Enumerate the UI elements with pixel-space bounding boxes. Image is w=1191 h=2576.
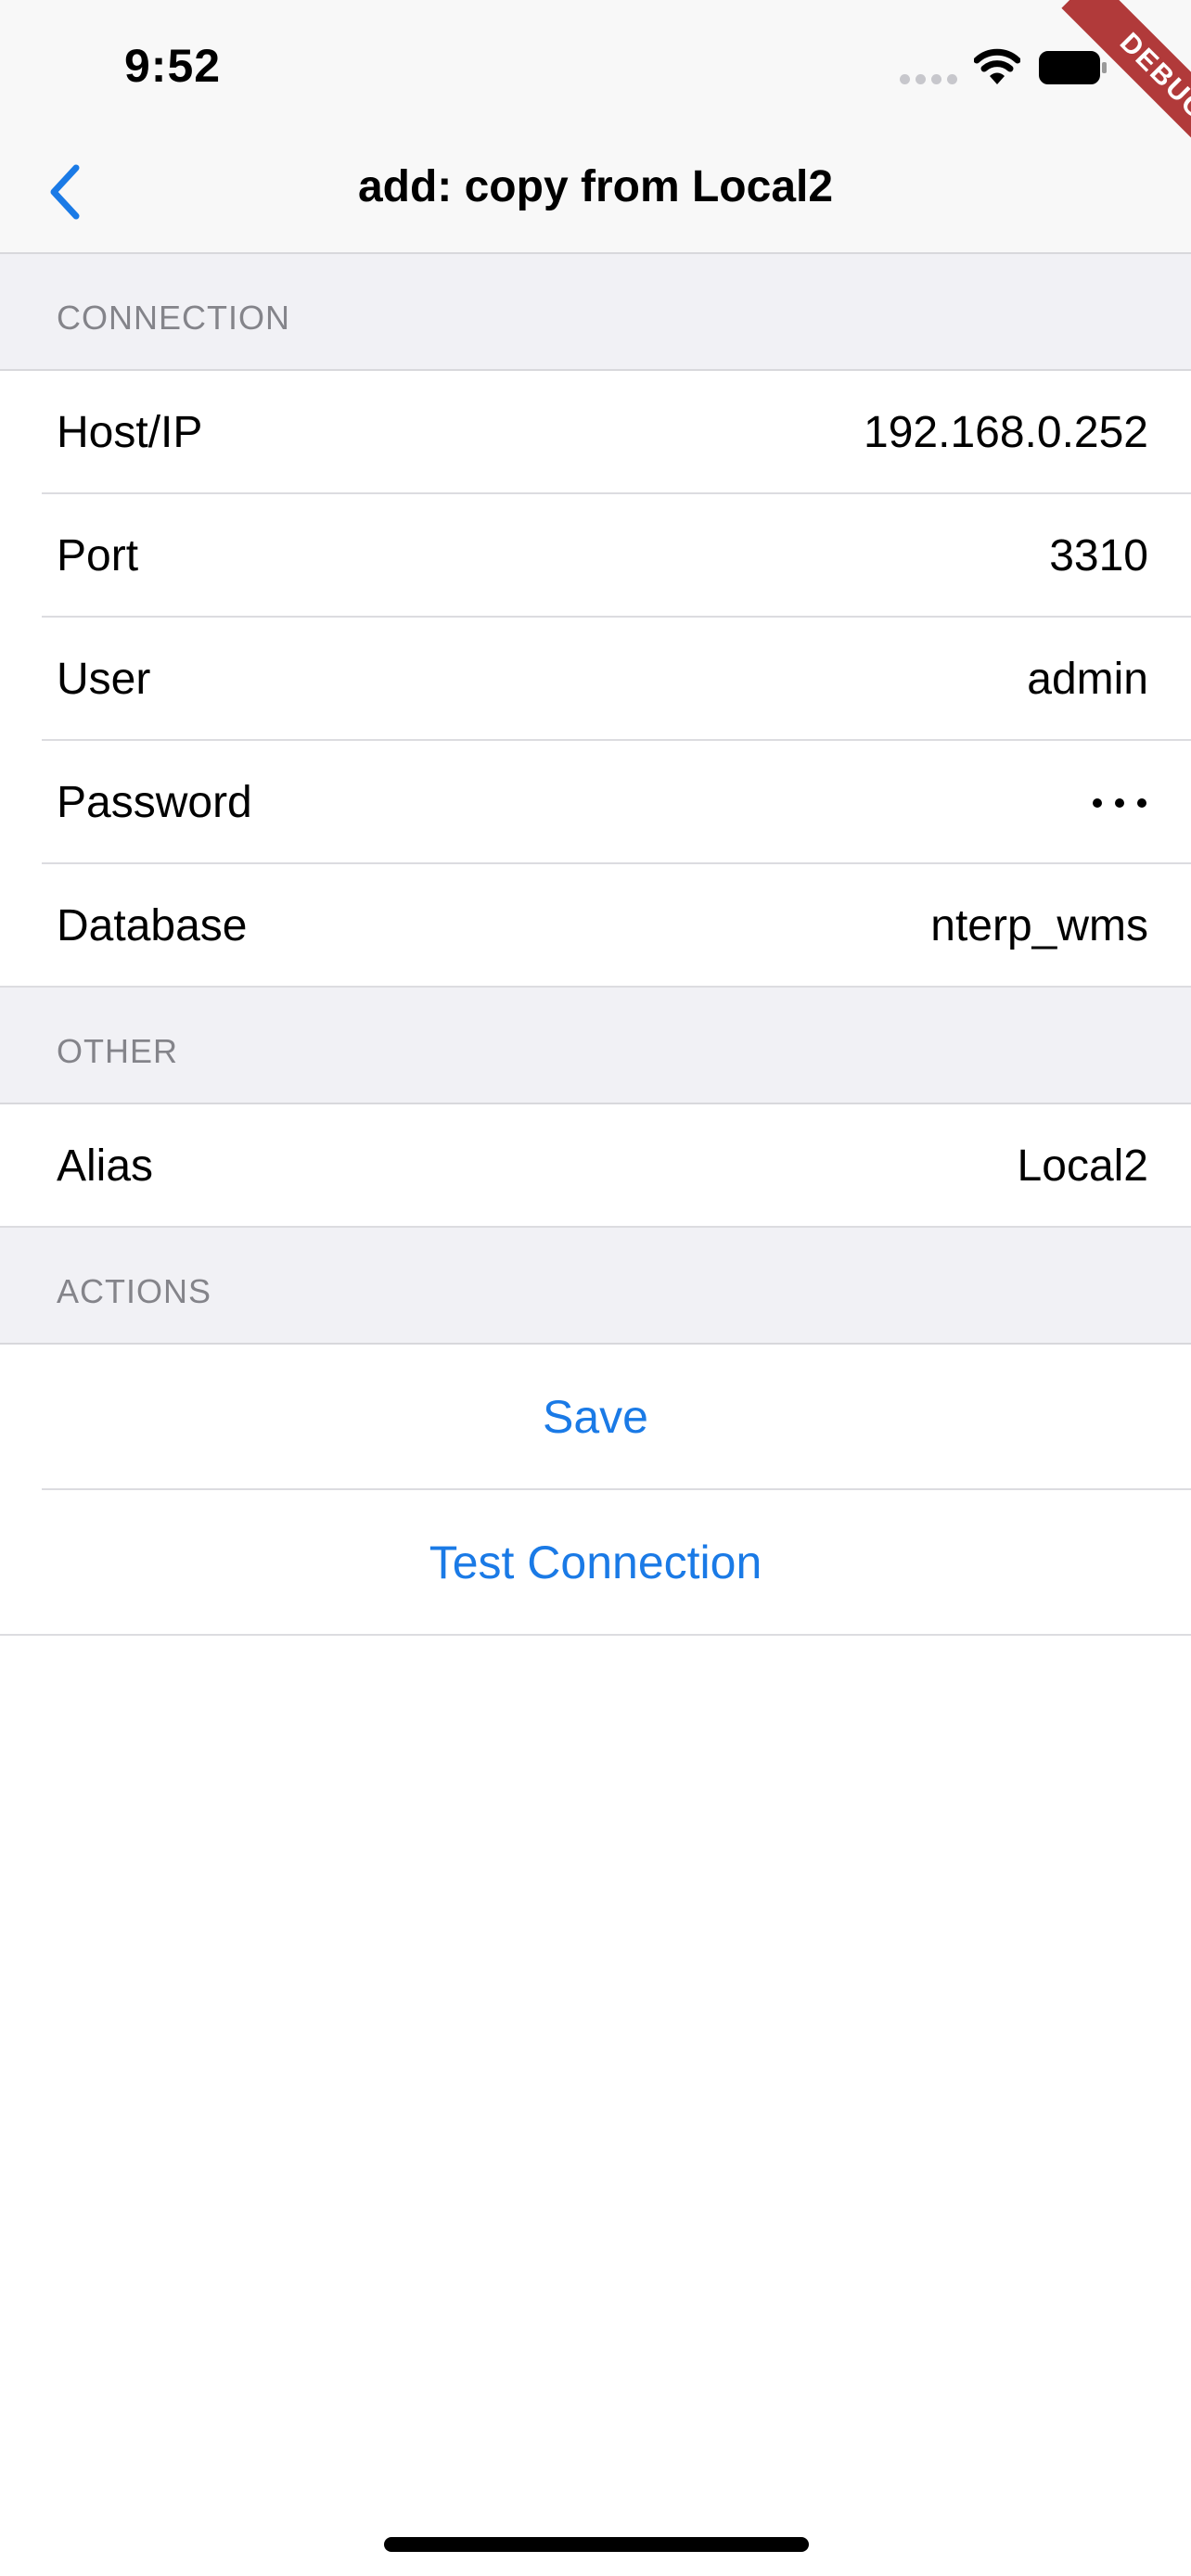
alias-field[interactable]: Alias Local2 <box>0 1104 1191 1228</box>
section-header-label: OTHER <box>57 1032 178 1070</box>
test-connection-button-label: Test Connection <box>429 1537 762 1588</box>
status-bar: 9:52 <box>0 0 1191 139</box>
status-time: 9:52 <box>124 40 222 92</box>
password-field[interactable]: Password <box>0 741 1191 864</box>
password-masked-value <box>1093 798 1146 808</box>
navigation-bar: add: copy from Local2 <box>0 139 1191 254</box>
alias-label: Alias <box>57 1141 154 1191</box>
section-header-other: OTHER <box>0 988 1191 1104</box>
section-header-label: CONNECTION <box>57 299 290 337</box>
database-label: Database <box>57 901 248 950</box>
section-header-actions: ACTIONS <box>0 1228 1191 1345</box>
user-label: User <box>57 655 151 704</box>
alias-value: Local2 <box>1017 1141 1148 1191</box>
host-ip-value: 192.168.0.252 <box>864 408 1148 457</box>
port-field[interactable]: Port 3310 <box>0 494 1191 618</box>
password-label: Password <box>57 778 252 827</box>
battery-icon <box>1039 51 1108 84</box>
wifi-icon <box>973 46 1021 87</box>
cellular-signal-icon <box>900 74 957 85</box>
row-divider <box>0 1634 1191 1636</box>
database-value: nterp_wms <box>930 901 1148 950</box>
section-header-connection: CONNECTION <box>0 254 1191 371</box>
home-indicator[interactable] <box>384 2537 809 2552</box>
port-value: 3310 <box>1049 531 1148 580</box>
host-ip-label: Host/IP <box>57 408 203 457</box>
save-button[interactable]: Save <box>0 1345 1191 1490</box>
port-label: Port <box>57 531 139 580</box>
host-ip-field[interactable]: Host/IP 192.168.0.252 <box>0 371 1191 494</box>
test-connection-button[interactable]: Test Connection <box>0 1490 1191 1636</box>
save-button-label: Save <box>543 1391 648 1443</box>
page-title: add: copy from Local2 <box>357 162 834 211</box>
section-header-label: ACTIONS <box>57 1272 212 1310</box>
database-field[interactable]: Database nterp_wms <box>0 864 1191 988</box>
user-field[interactable]: User admin <box>0 618 1191 741</box>
user-value: admin <box>1027 655 1148 704</box>
